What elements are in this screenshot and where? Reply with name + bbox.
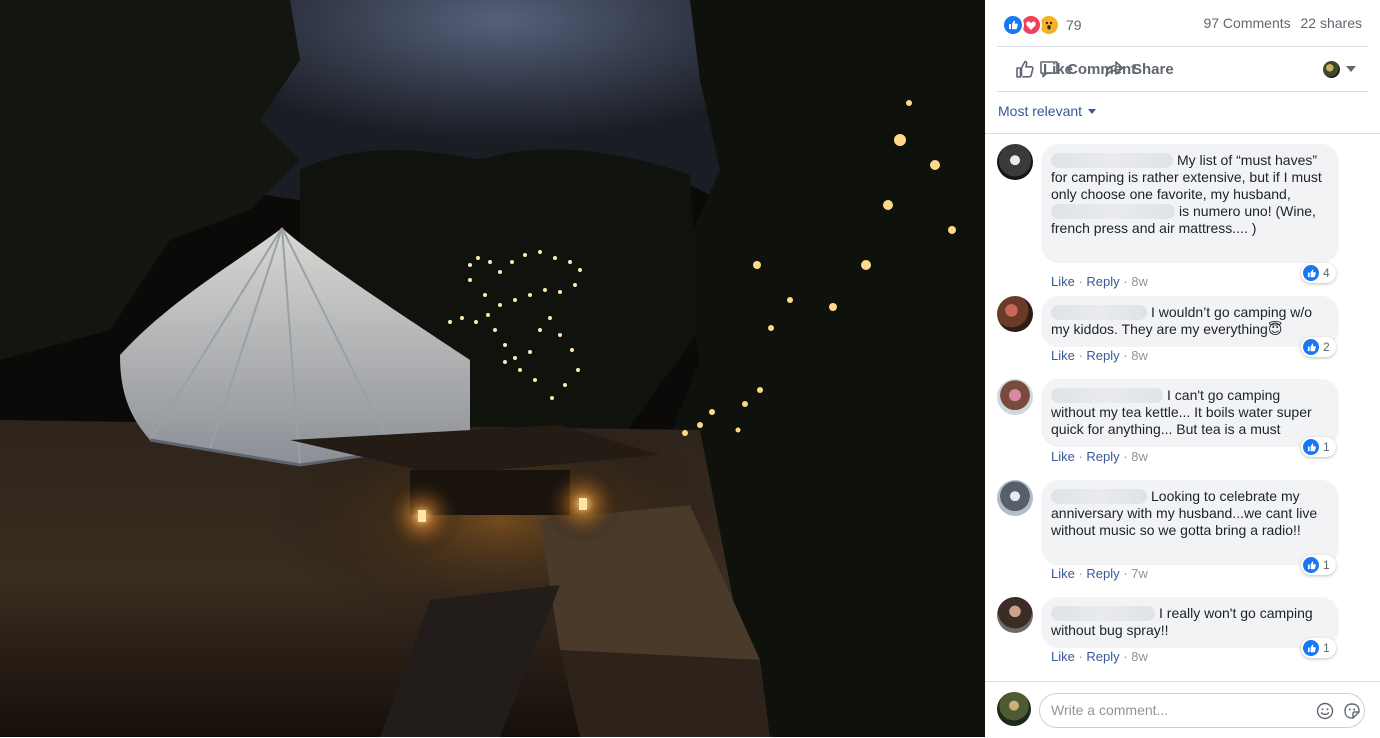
engagement-counts: 97 Comments 22 shares xyxy=(1197,15,1362,31)
comment-meta: Like · Reply · 7w xyxy=(1051,566,1148,581)
comment-meta: Like · Reply · 8w xyxy=(1051,348,1148,363)
comment-bubble: I can't go camping without my tea kettle… xyxy=(1041,379,1339,447)
comments-count-link[interactable]: 97 Comments xyxy=(1203,15,1290,31)
thumbs-up-icon xyxy=(1016,60,1034,78)
like-reaction-icon xyxy=(1303,640,1319,656)
commenter-avatar[interactable] xyxy=(997,144,1033,180)
comment-timestamp[interactable]: 8w xyxy=(1131,348,1148,363)
shares-count-link[interactable]: 22 shares xyxy=(1301,15,1362,31)
comment-timestamp[interactable]: 8w xyxy=(1131,649,1148,664)
like-count-value: 2 xyxy=(1323,340,1330,354)
speech-bubble-icon xyxy=(1040,61,1058,78)
sort-label: Most relevant xyxy=(998,103,1083,119)
current-user-avatar xyxy=(997,692,1031,726)
redacted-mention[interactable] xyxy=(1051,204,1175,219)
like-count-value: 1 xyxy=(1323,558,1330,572)
write-comment-bar: Write a comment... xyxy=(985,681,1380,738)
comment-list: My list of “must haves” for camping is r… xyxy=(985,134,1380,681)
redacted-name[interactable] xyxy=(1051,153,1173,168)
smiley-icon[interactable] xyxy=(1316,702,1334,725)
comment-bubble: My list of “must haves” for camping is r… xyxy=(1041,144,1339,263)
comment-timestamp[interactable]: 7w xyxy=(1131,566,1148,581)
commenter-avatar[interactable] xyxy=(997,296,1033,332)
like-count-value: 1 xyxy=(1323,440,1330,454)
like-reaction-icon xyxy=(1303,265,1319,281)
commenter-avatar[interactable] xyxy=(997,480,1033,516)
reactions-group[interactable]: 79 xyxy=(1002,14,1082,36)
comment-like-link[interactable]: Like xyxy=(1051,348,1075,363)
comment-bubble: I really won't go camping without bug sp… xyxy=(1041,597,1339,648)
redacted-name[interactable] xyxy=(1051,305,1147,320)
reactions-summary: 79 97 Comments 22 shares xyxy=(985,0,1380,46)
comment-like-link[interactable]: Like xyxy=(1051,449,1075,464)
comment-like-link[interactable]: Like xyxy=(1051,274,1075,289)
comment-reply-link[interactable]: Reply xyxy=(1086,348,1119,363)
comment-like-link[interactable]: Like xyxy=(1051,649,1075,664)
like-count-value: 4 xyxy=(1323,266,1330,280)
comment-reply-link[interactable]: Reply xyxy=(1086,566,1119,581)
reaction-count[interactable]: 79 xyxy=(1066,17,1082,33)
comment-like-count[interactable]: 4 xyxy=(1301,263,1336,283)
comment-like-count[interactable]: 1 xyxy=(1301,555,1336,575)
like-reaction-icon xyxy=(1303,557,1319,573)
redacted-name[interactable] xyxy=(1051,489,1147,504)
comment-item: Looking to celebrate my anniversary with… xyxy=(997,480,1357,586)
comment-like-count[interactable]: 1 xyxy=(1301,638,1336,658)
comments-panel: 79 97 Comments 22 shares Like Comment Sh… xyxy=(985,0,1380,738)
redacted-name[interactable] xyxy=(1051,606,1155,621)
camping-night-scene xyxy=(0,0,985,737)
comment-item: I can't go camping without my tea kettle… xyxy=(997,379,1357,469)
comment-meta: Like · Reply · 8w xyxy=(1051,649,1148,664)
comment-item: I really won't go camping without bug sp… xyxy=(997,597,1357,669)
comment-meta: Like · Reply · 8w xyxy=(1051,274,1148,289)
comment-reply-link[interactable]: Reply xyxy=(1086,274,1119,289)
like-count-value: 1 xyxy=(1323,641,1330,655)
comment-timestamp[interactable]: 8w xyxy=(1131,449,1148,464)
comment-meta: Like · Reply · 8w xyxy=(1051,449,1148,464)
comment-button[interactable]: Comment xyxy=(1039,47,1380,91)
comment-bubble: Looking to celebrate my anniversary with… xyxy=(1041,480,1339,565)
comment-bubble: I wouldn’t go camping w/o my kiddos. The… xyxy=(1041,296,1339,347)
chevron-down-icon xyxy=(1088,108,1097,114)
comment-like-count[interactable]: 2 xyxy=(1301,337,1336,357)
comment-item: My list of “must haves” for camping is r… xyxy=(997,144,1357,289)
comment-timestamp[interactable]: 8w xyxy=(1131,274,1148,289)
smiling-face-with-halo-emoji: 😇 xyxy=(1267,321,1283,337)
comment-sort-dropdown[interactable]: Most relevant xyxy=(998,103,1097,119)
commenter-avatar[interactable] xyxy=(997,597,1033,633)
like-reaction-icon xyxy=(1303,339,1319,355)
comment-reply-link[interactable]: Reply xyxy=(1086,449,1119,464)
comment-button-label: Comment xyxy=(1067,60,1137,78)
comment-like-link[interactable]: Like xyxy=(1051,566,1075,581)
sticker-icon[interactable] xyxy=(1343,702,1361,725)
commenter-avatar[interactable] xyxy=(997,379,1033,415)
comment-like-count[interactable]: 1 xyxy=(1301,437,1336,457)
post-photo[interactable] xyxy=(0,0,985,737)
redacted-name[interactable] xyxy=(1051,388,1163,403)
like-reaction-icon xyxy=(1002,14,1024,36)
comment-reply-link[interactable]: Reply xyxy=(1086,649,1119,664)
post-action-bar: Like Comment Share xyxy=(997,46,1368,92)
like-reaction-icon xyxy=(1303,439,1319,455)
comment-item: I wouldn’t go camping w/o my kiddos. The… xyxy=(997,296,1357,368)
